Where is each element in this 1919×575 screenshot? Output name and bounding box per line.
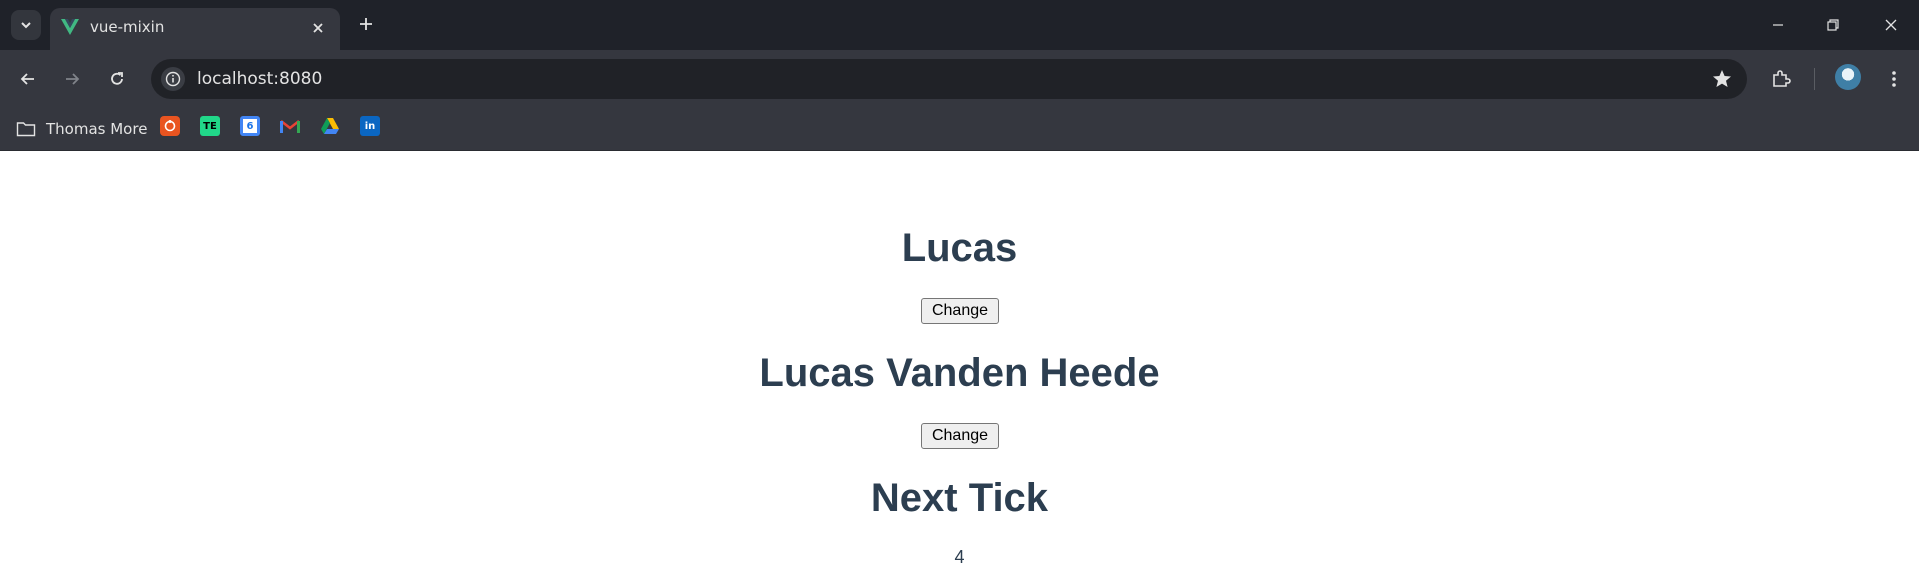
google-calendar-icon[interactable]: 6	[240, 116, 260, 136]
gmail-logo-icon	[280, 120, 300, 133]
puzzle-icon	[1773, 70, 1791, 87]
bookmark-folder-thomas-more[interactable]: Thomas More	[16, 117, 147, 141]
minimize-button[interactable]	[1763, 10, 1793, 40]
linkedin-icon[interactable]: in	[360, 116, 380, 136]
active-tab[interactable]: vue-mixin	[50, 8, 340, 50]
reload-button[interactable]	[102, 64, 132, 94]
forward-button[interactable]	[57, 64, 87, 94]
calendar-icon-text: 6	[246, 120, 254, 132]
full-name-heading: Lucas Vanden Heede	[759, 351, 1160, 395]
bookmark-folder-label: Thomas More	[46, 120, 148, 138]
first-name-heading: Lucas	[901, 226, 1018, 270]
next-tick-heading: Next Tick	[870, 476, 1049, 520]
reload-icon	[111, 72, 123, 85]
change-full-name-button[interactable]: Change	[921, 423, 999, 449]
folder-icon	[16, 122, 36, 137]
extensions-button[interactable]	[1766, 64, 1796, 94]
chevron-down-icon	[21, 22, 31, 29]
tab-close-button[interactable]	[308, 18, 328, 38]
url-text: localhost:8080	[197, 69, 323, 89]
page-content: Lucas Change Lucas Vanden Heede Change N…	[0, 151, 1919, 575]
new-tab-button[interactable]	[354, 12, 378, 36]
tab-search-button[interactable]	[11, 10, 41, 40]
tab-strip: vue-mixin	[0, 0, 1919, 50]
te-icon-text: TE	[203, 120, 217, 132]
close-icon	[1885, 19, 1897, 31]
plus-icon	[360, 18, 372, 30]
arrow-left-icon	[20, 73, 34, 85]
gmail-icon[interactable]	[280, 116, 300, 136]
profile-avatar[interactable]	[1835, 64, 1861, 90]
menu-button[interactable]	[1879, 64, 1909, 94]
drive-logo-icon	[321, 118, 339, 134]
change-first-name-button[interactable]: Change	[921, 298, 999, 324]
close-window-button[interactable]	[1876, 10, 1906, 40]
address-bar[interactable]: localhost:8080	[151, 59, 1747, 99]
ubuntu-logo-icon	[164, 120, 176, 132]
next-tick-count: 4	[954, 547, 965, 567]
arrow-right-icon	[66, 73, 80, 85]
kebab-menu-icon	[1892, 71, 1896, 87]
google-drive-icon[interactable]	[320, 116, 340, 136]
linkedin-icon-text: in	[364, 120, 376, 132]
site-info-button[interactable]	[161, 67, 185, 91]
vue-logo-icon	[61, 19, 79, 35]
minimize-icon	[1773, 24, 1783, 26]
tab-title: vue-mixin	[90, 18, 165, 36]
ubuntu-icon[interactable]	[160, 116, 180, 136]
back-button[interactable]	[13, 64, 43, 94]
info-icon	[165, 71, 181, 87]
restore-icon	[1827, 19, 1839, 31]
close-icon	[313, 23, 323, 33]
te-icon[interactable]: TE	[200, 116, 220, 136]
toolbar-divider	[1814, 68, 1815, 90]
bookmark-star-icon[interactable]	[1711, 68, 1733, 90]
restore-button[interactable]	[1818, 10, 1848, 40]
browser-toolbar: localhost:8080	[0, 50, 1919, 108]
